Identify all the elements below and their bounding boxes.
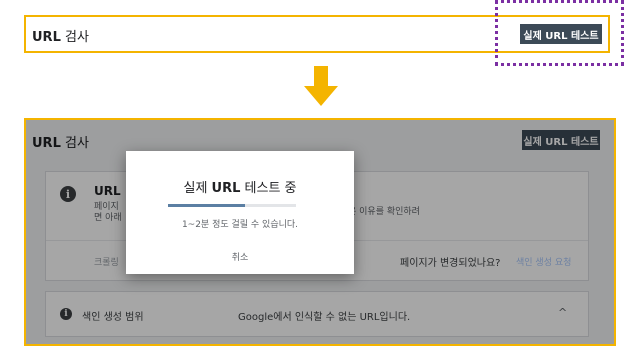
url-inspection-panel: URL 검사 실제 URL 테스트 i URL 페이지 면 아래 은 이유를 확… [24, 118, 616, 346]
dialog-subtext: 1~2분 정도 걸릴 수 있습니다. [181, 220, 299, 230]
live-test-dialog: 실제 URL 테스트 중 1~2분 정도 걸릴 수 있습니다. 취소 [126, 151, 354, 274]
dialog-title: 실제 URL 테스트 중 [126, 177, 354, 196]
top-title-url: URL [32, 30, 61, 45]
progress-bar-fill [168, 204, 245, 207]
top-title-rest: 검사 [60, 30, 89, 45]
dialog-title-post: 테스트 중 [240, 181, 297, 196]
cancel-button[interactable]: 취소 [126, 249, 354, 264]
dialog-title-pre: 실제 [183, 181, 212, 196]
dialog-title-url: URL [211, 181, 241, 196]
top-page-title: URL 검사 [32, 26, 89, 45]
highlight-dotted-box [495, 0, 624, 66]
down-arrow-icon [304, 66, 338, 106]
progress-bar [168, 204, 296, 207]
